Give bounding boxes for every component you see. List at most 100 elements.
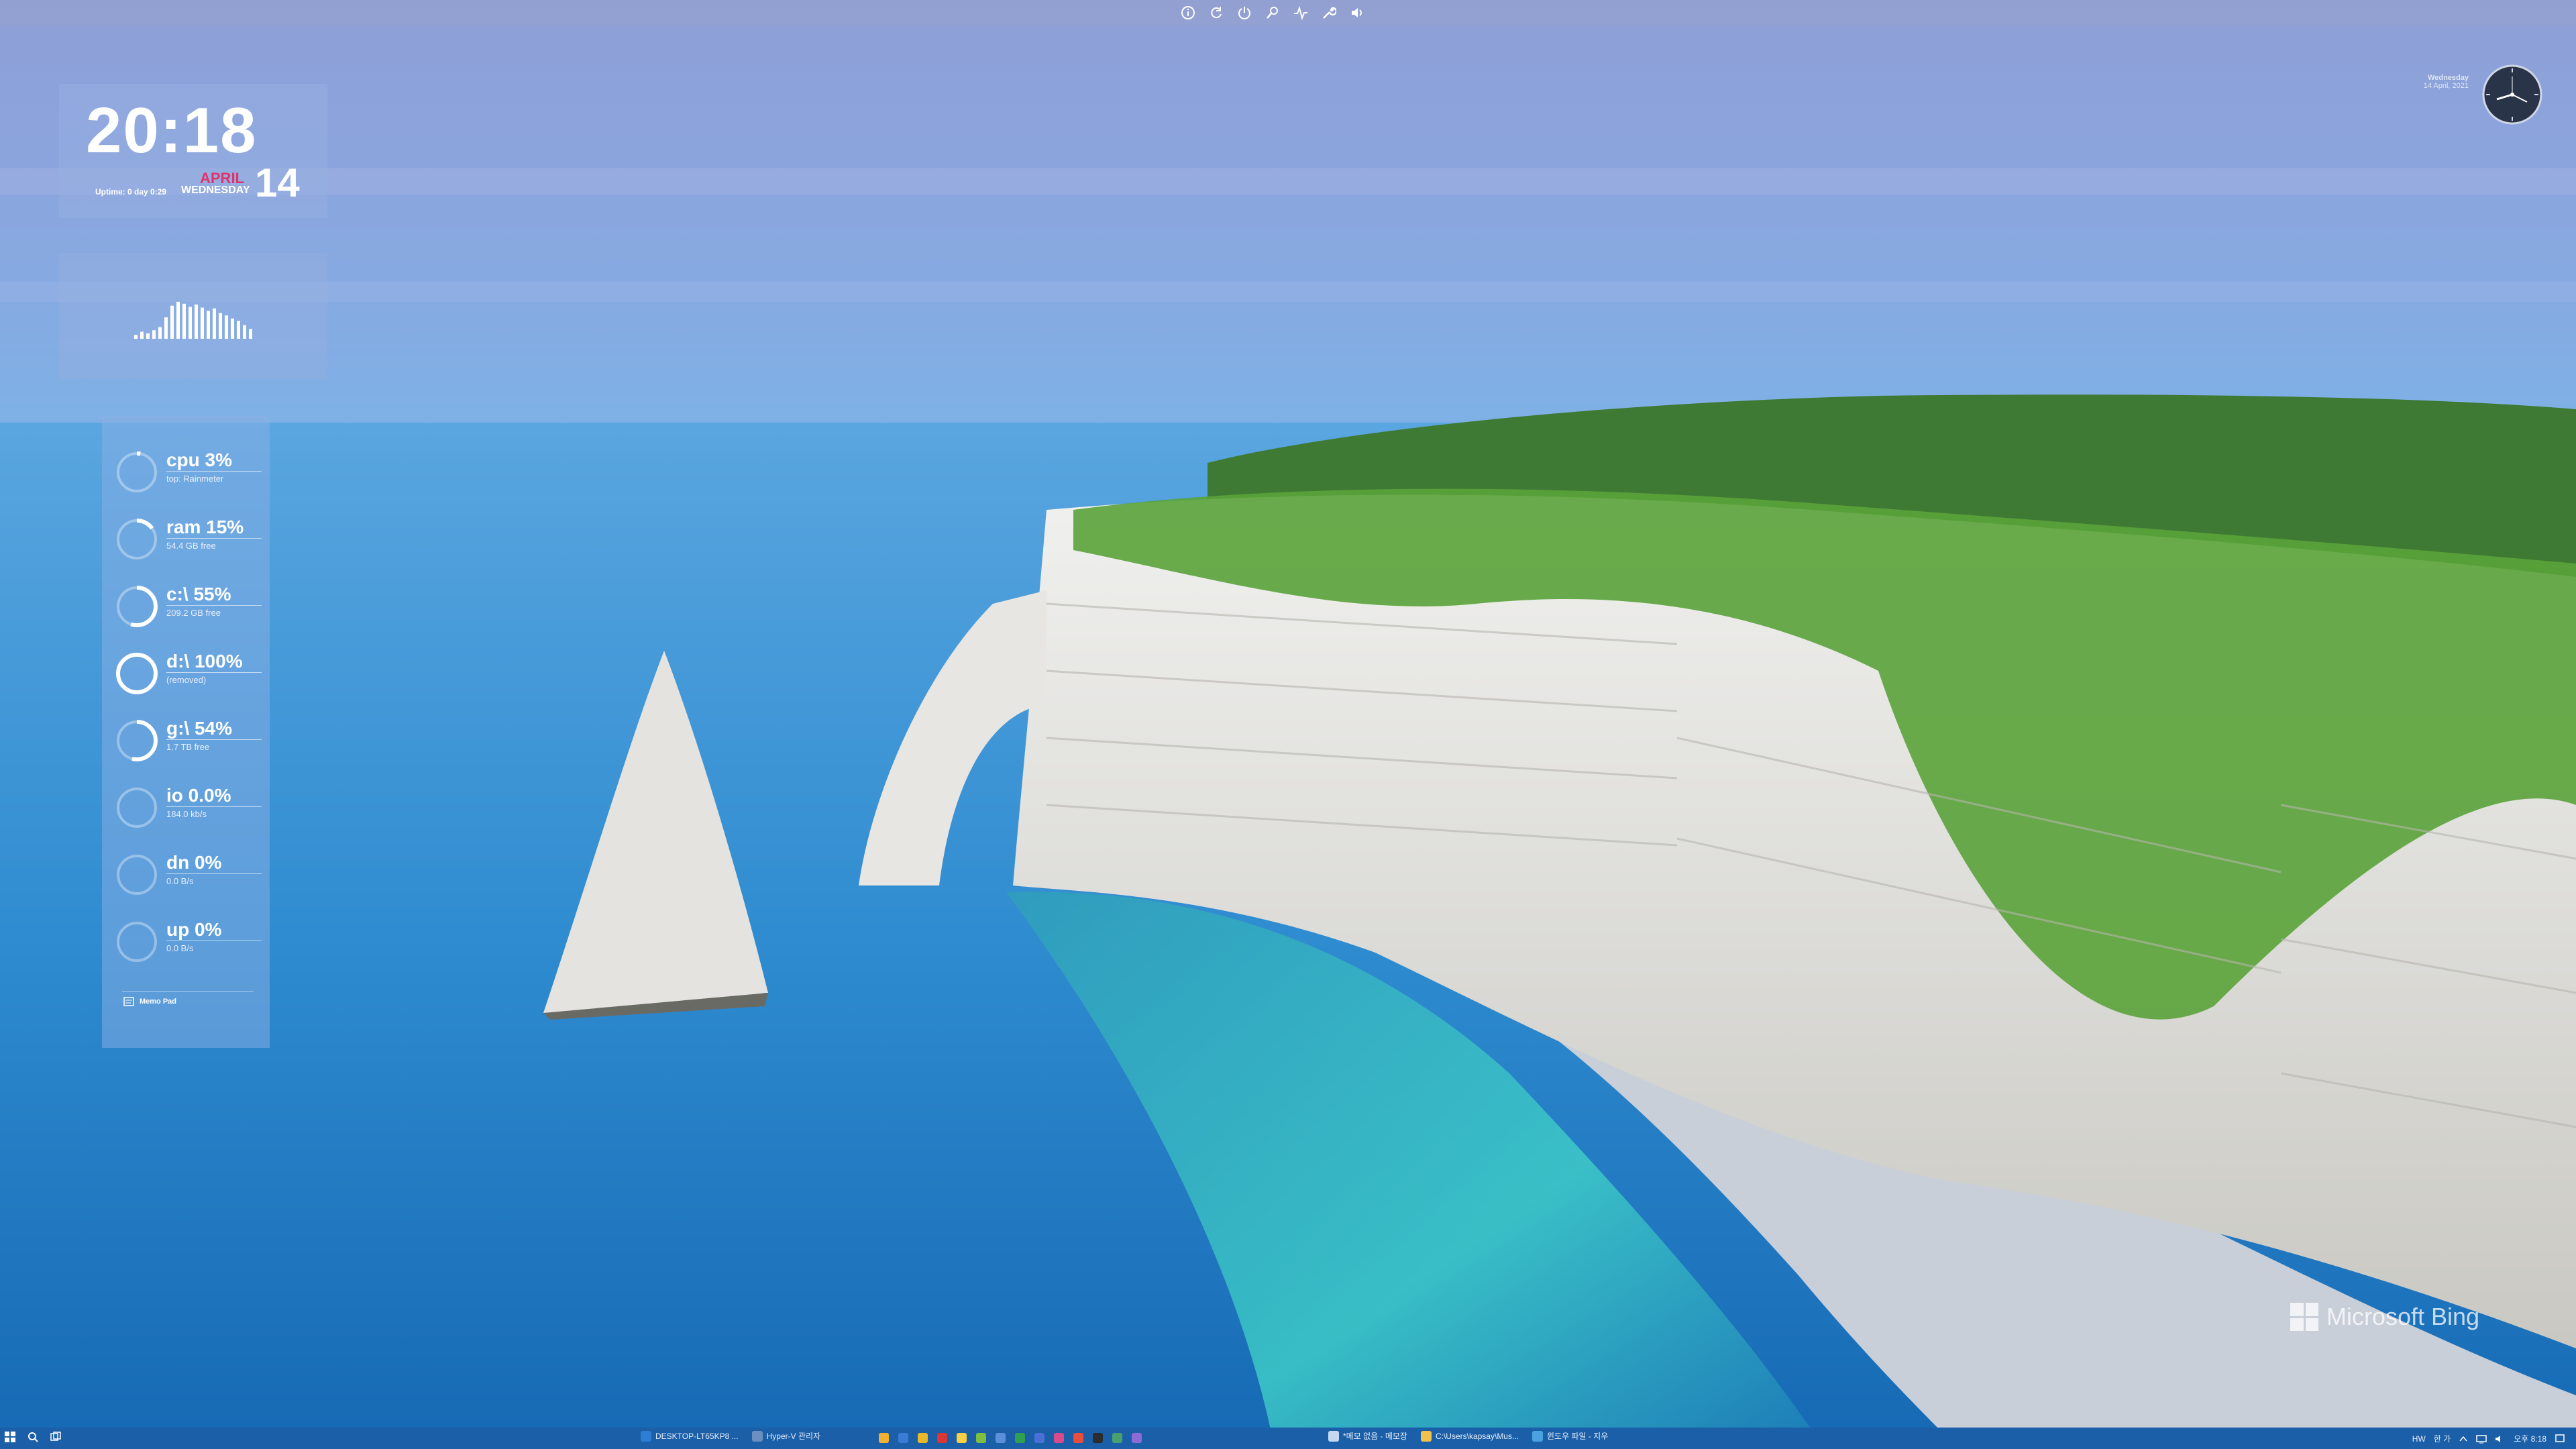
- search-icon[interactable]: [1265, 5, 1280, 20]
- tray-hw-label[interactable]: HW: [2412, 1434, 2426, 1444]
- meter-underline: [166, 873, 262, 874]
- meter-ring: [116, 787, 158, 828]
- right-weekday: Wednesday: [2428, 74, 2469, 82]
- visualizer-bar: [146, 333, 150, 339]
- system-meter: c:\ 55% 209.2 GB free: [113, 577, 262, 631]
- visualizer-bar: [213, 308, 216, 339]
- info-icon[interactable]: [1181, 5, 1195, 20]
- memo-pad-link[interactable]: Memo Pad: [123, 997, 176, 1006]
- meter-subtext: (removed): [166, 675, 207, 685]
- visualizer-bar: [207, 311, 210, 339]
- analog-clock: [2482, 64, 2542, 125]
- visualizer-bar: [249, 329, 252, 339]
- clock-widget: 20:18 APRIL WEDNESDAY 14 Uptime: 0 day 0…: [59, 84, 327, 218]
- visualizer-bar: [237, 321, 240, 339]
- taskbar-app-label: C:\Users\kapsay\Mus...: [1435, 1431, 1519, 1441]
- meter-underline: [166, 739, 262, 740]
- pinned-app-icon[interactable]: [996, 1433, 1006, 1443]
- meter-subtext: top: Rainmeter: [166, 474, 224, 484]
- pinned-app-icon[interactable]: [1132, 1433, 1142, 1443]
- meter-subtext: 1.7 TB free: [166, 742, 210, 752]
- pinned-app-icon[interactable]: [1054, 1433, 1064, 1443]
- search-icon[interactable]: [27, 1431, 39, 1443]
- meter-subtext: 184.0 kb/s: [166, 809, 207, 819]
- pinned-app-icon[interactable]: [1073, 1433, 1083, 1443]
- chevron-up-icon[interactable]: [2459, 1434, 2468, 1444]
- system-meter: up 0% 0.0 B/s: [113, 912, 262, 966]
- bing-logo-icon: [2290, 1303, 2318, 1331]
- visualizer-bar: [140, 331, 144, 339]
- hyperv-icon: [751, 1430, 763, 1442]
- taskbar-app-label: Hyper-V 관리자: [766, 1432, 821, 1441]
- wrench-icon[interactable]: [1322, 5, 1336, 20]
- system-monitor-widget: cpu 3% top: Rainmeter ram 15% 54.4 GB free c…: [102, 416, 270, 1048]
- power-icon[interactable]: [1237, 5, 1252, 20]
- network-icon[interactable]: [2476, 1434, 2487, 1444]
- pinned-app-icon[interactable]: [1034, 1433, 1044, 1443]
- pinned-app-icon[interactable]: [879, 1433, 889, 1443]
- visualizer-bar: [170, 305, 174, 339]
- pinned-app-icon[interactable]: [918, 1433, 928, 1443]
- meter-ring: [116, 653, 158, 694]
- taskbar-pinned-icons: [879, 1433, 1142, 1443]
- visualizer-bar: [152, 330, 156, 339]
- meter-subtext: 54.4 GB free: [166, 541, 216, 551]
- speaker-icon[interactable]: [2495, 1434, 2506, 1444]
- system-tray: HW 한 가 오후 8:18: [2412, 1433, 2565, 1444]
- meter-ring: [116, 519, 158, 560]
- taskbar-app-window[interactable]: 윈도우 파일 - 지우: [1532, 1430, 1608, 1442]
- pinned-app-icon[interactable]: [898, 1433, 908, 1443]
- taskbar-app-label: 윈도우 파일 - 지우: [1546, 1432, 1609, 1441]
- visualizer-bar: [158, 327, 162, 339]
- notification-icon[interactable]: [2555, 1434, 2565, 1444]
- meter-underline: [166, 806, 262, 807]
- meter-subtext: 0.0 B/s: [166, 943, 194, 953]
- taskbar-app-explorer[interactable]: C:\Users\kapsay\Mus...: [1420, 1430, 1519, 1442]
- taskbar-app-hyperv[interactable]: Hyper-V 관리자: [751, 1430, 821, 1442]
- meter-label: io 0.0%: [166, 785, 231, 806]
- taskbar-app-notepad[interactable]: *메모 없음 - 메모장: [1328, 1430, 1407, 1442]
- system-meter: d:\ 100% (removed): [113, 644, 262, 698]
- taskbar-app-desktop[interactable]: DESKTOP-LT65KP8 ...: [641, 1430, 739, 1442]
- pinned-app-icon[interactable]: [1112, 1433, 1122, 1443]
- visualizer-bar: [182, 303, 186, 339]
- tray-ime-label[interactable]: 한 가: [2434, 1433, 2451, 1444]
- visualizer-bar: [176, 301, 180, 339]
- meter-ring: [116, 921, 158, 963]
- meter-ring: [116, 720, 158, 761]
- taskbar-running-apps-2: *메모 없음 - 메모장 C:\Users\kapsay\Mus... 윈도우 …: [1328, 1430, 1608, 1442]
- volume-icon[interactable]: [1350, 5, 1364, 20]
- taskbar-running-apps: DESKTOP-LT65KP8 ... Hyper-V 관리자: [641, 1430, 820, 1442]
- pinned-app-icon[interactable]: [1015, 1433, 1025, 1443]
- pinned-app-icon[interactable]: [957, 1433, 967, 1443]
- clock-weekday: WEDNESDAY: [181, 184, 250, 196]
- visualizer-bar: [164, 317, 168, 339]
- taskbar: DESKTOP-LT65KP8 ... Hyper-V 관리자 *메모 없음 -…: [0, 1428, 2576, 1449]
- start-icon[interactable]: [4, 1431, 16, 1443]
- audio-visualizer-widget: [59, 253, 327, 379]
- system-meter: dn 0% 0.0 B/s: [113, 845, 262, 899]
- meter-ring: [116, 854, 158, 896]
- top-launcher-bar: [0, 0, 2576, 25]
- meter-underline: [166, 605, 262, 606]
- tray-clock[interactable]: 오후 8:18: [2514, 1433, 2546, 1444]
- visualizer-bar: [134, 335, 138, 339]
- visualizer-bar: [225, 315, 228, 339]
- pinned-app-icon[interactable]: [1093, 1433, 1103, 1443]
- refresh-icon[interactable]: [1209, 5, 1224, 20]
- system-meter: cpu 3% top: Rainmeter: [113, 443, 262, 496]
- taskbar-app-label: DESKTOP-LT65KP8 ...: [655, 1431, 739, 1441]
- meter-label: ram 15%: [166, 517, 244, 537]
- pinned-app-icon[interactable]: [976, 1433, 986, 1443]
- activity-icon[interactable]: [1293, 5, 1308, 20]
- meter-label: c:\ 55%: [166, 584, 231, 604]
- wallpaper: [0, 0, 2576, 1449]
- taskbar-app-label: *메모 없음 - 메모장: [1343, 1432, 1407, 1441]
- rdp-icon: [641, 1430, 651, 1442]
- pinned-app-icon[interactable]: [937, 1433, 947, 1443]
- meter-ring: [116, 586, 158, 627]
- clock-day: 14: [255, 160, 300, 205]
- folder-icon: [1420, 1430, 1432, 1442]
- meter-ring: [116, 451, 158, 493]
- task-view-icon[interactable]: [50, 1431, 62, 1443]
